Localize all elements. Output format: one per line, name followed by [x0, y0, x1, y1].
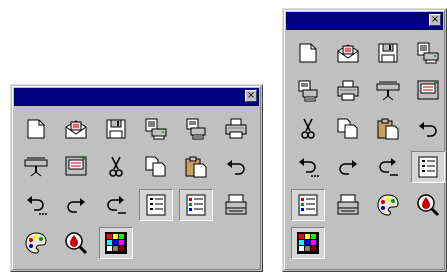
- redo-multiple-icon: [375, 154, 401, 180]
- undo-button[interactable]: [219, 151, 253, 183]
- scissors-cut-icon: [295, 116, 321, 142]
- color-drop-zoom-button[interactable]: [411, 189, 445, 221]
- paper-tray-button[interactable]: [331, 189, 365, 221]
- save-floppy-button[interactable]: [99, 113, 133, 145]
- printer-button[interactable]: [331, 75, 365, 107]
- large-printer-icon: [415, 78, 441, 104]
- undo-multiple-button[interactable]: [291, 151, 325, 183]
- paper-tray-button[interactable]: [219, 189, 253, 221]
- color-form-button[interactable]: [291, 189, 325, 221]
- redo-multiple-button[interactable]: [371, 151, 405, 183]
- printer-button[interactable]: [219, 113, 253, 145]
- undo-multiple-icon: [295, 154, 321, 180]
- color-palette-button[interactable]: [19, 227, 53, 259]
- copy-pages-button[interactable]: [139, 151, 173, 183]
- redo-icon: [63, 192, 89, 218]
- new-document-icon: [295, 40, 321, 66]
- copy-pages-icon: [143, 154, 169, 180]
- form-list-button[interactable]: [139, 189, 173, 221]
- plotter-button[interactable]: [19, 151, 53, 183]
- color-form-icon: [183, 192, 209, 218]
- color-form-button[interactable]: [179, 189, 213, 221]
- redo-button[interactable]: [331, 151, 365, 183]
- open-envelope-icon: [335, 40, 361, 66]
- color-drop-zoom-button[interactable]: [59, 227, 93, 259]
- form-list-icon: [143, 192, 169, 218]
- redo-button[interactable]: [59, 189, 93, 221]
- color-grid-icon: [103, 230, 129, 256]
- save-floppy-icon: [375, 40, 401, 66]
- tool-button-grid: [291, 37, 445, 259]
- copy-pages-button[interactable]: [331, 113, 365, 145]
- color-grid-icon: [295, 230, 321, 256]
- undo-multiple-icon: [23, 192, 49, 218]
- plotter-icon: [23, 154, 49, 180]
- color-palette-icon: [23, 230, 49, 256]
- color-palette-icon: [375, 192, 401, 218]
- plotter-icon: [375, 78, 401, 104]
- form-list-button[interactable]: [411, 151, 445, 183]
- palette-title-bar[interactable]: ×: [286, 12, 443, 30]
- print-setup-icon: [295, 78, 321, 104]
- paper-tray-icon: [223, 192, 249, 218]
- color-palette-button[interactable]: [371, 189, 405, 221]
- printer-icon: [223, 116, 249, 142]
- undo-icon: [415, 116, 441, 142]
- print-queue-icon: [143, 116, 169, 142]
- open-envelope-button[interactable]: [331, 37, 365, 69]
- redo-icon: [335, 154, 361, 180]
- large-printer-icon: [63, 154, 89, 180]
- scissors-cut-icon: [103, 154, 129, 180]
- toolbar-palette-left: ×: [10, 84, 263, 272]
- color-drop-zoom-icon: [63, 230, 89, 256]
- paste-clipboard-icon: [375, 116, 401, 142]
- redo-multiple-icon: [103, 192, 129, 218]
- open-envelope-icon: [63, 116, 89, 142]
- close-button[interactable]: ×: [245, 90, 257, 102]
- print-setup-button[interactable]: [291, 75, 325, 107]
- new-document-button[interactable]: [19, 113, 53, 145]
- plotter-button[interactable]: [371, 75, 405, 107]
- color-form-icon: [295, 192, 321, 218]
- copy-pages-icon: [335, 116, 361, 142]
- paste-clipboard-button[interactable]: [371, 113, 405, 145]
- print-queue-button[interactable]: [411, 37, 445, 69]
- save-floppy-icon: [103, 116, 129, 142]
- color-grid-button[interactable]: [291, 227, 325, 259]
- toolbar-palette-right: ×: [282, 8, 447, 272]
- paste-clipboard-button[interactable]: [179, 151, 213, 183]
- undo-multiple-button[interactable]: [19, 189, 53, 221]
- save-floppy-button[interactable]: [371, 37, 405, 69]
- tool-button-grid: [19, 113, 253, 259]
- scissors-cut-button[interactable]: [99, 151, 133, 183]
- paste-clipboard-icon: [183, 154, 209, 180]
- print-queue-icon: [415, 40, 441, 66]
- redo-multiple-button[interactable]: [99, 189, 133, 221]
- scissors-cut-button[interactable]: [291, 113, 325, 145]
- open-envelope-button[interactable]: [59, 113, 93, 145]
- undo-icon: [223, 154, 249, 180]
- new-document-button[interactable]: [291, 37, 325, 69]
- printer-icon: [335, 78, 361, 104]
- large-printer-button[interactable]: [411, 75, 445, 107]
- large-printer-button[interactable]: [59, 151, 93, 183]
- form-list-icon: [415, 154, 441, 180]
- print-queue-button[interactable]: [139, 113, 173, 145]
- new-document-icon: [23, 116, 49, 142]
- undo-button[interactable]: [411, 113, 445, 145]
- print-setup-icon: [183, 116, 209, 142]
- paper-tray-icon: [335, 192, 361, 218]
- color-grid-button[interactable]: [99, 227, 133, 259]
- close-button[interactable]: ×: [429, 14, 441, 26]
- color-drop-zoom-icon: [415, 192, 441, 218]
- palette-title-bar[interactable]: ×: [14, 88, 259, 106]
- print-setup-button[interactable]: [179, 113, 213, 145]
